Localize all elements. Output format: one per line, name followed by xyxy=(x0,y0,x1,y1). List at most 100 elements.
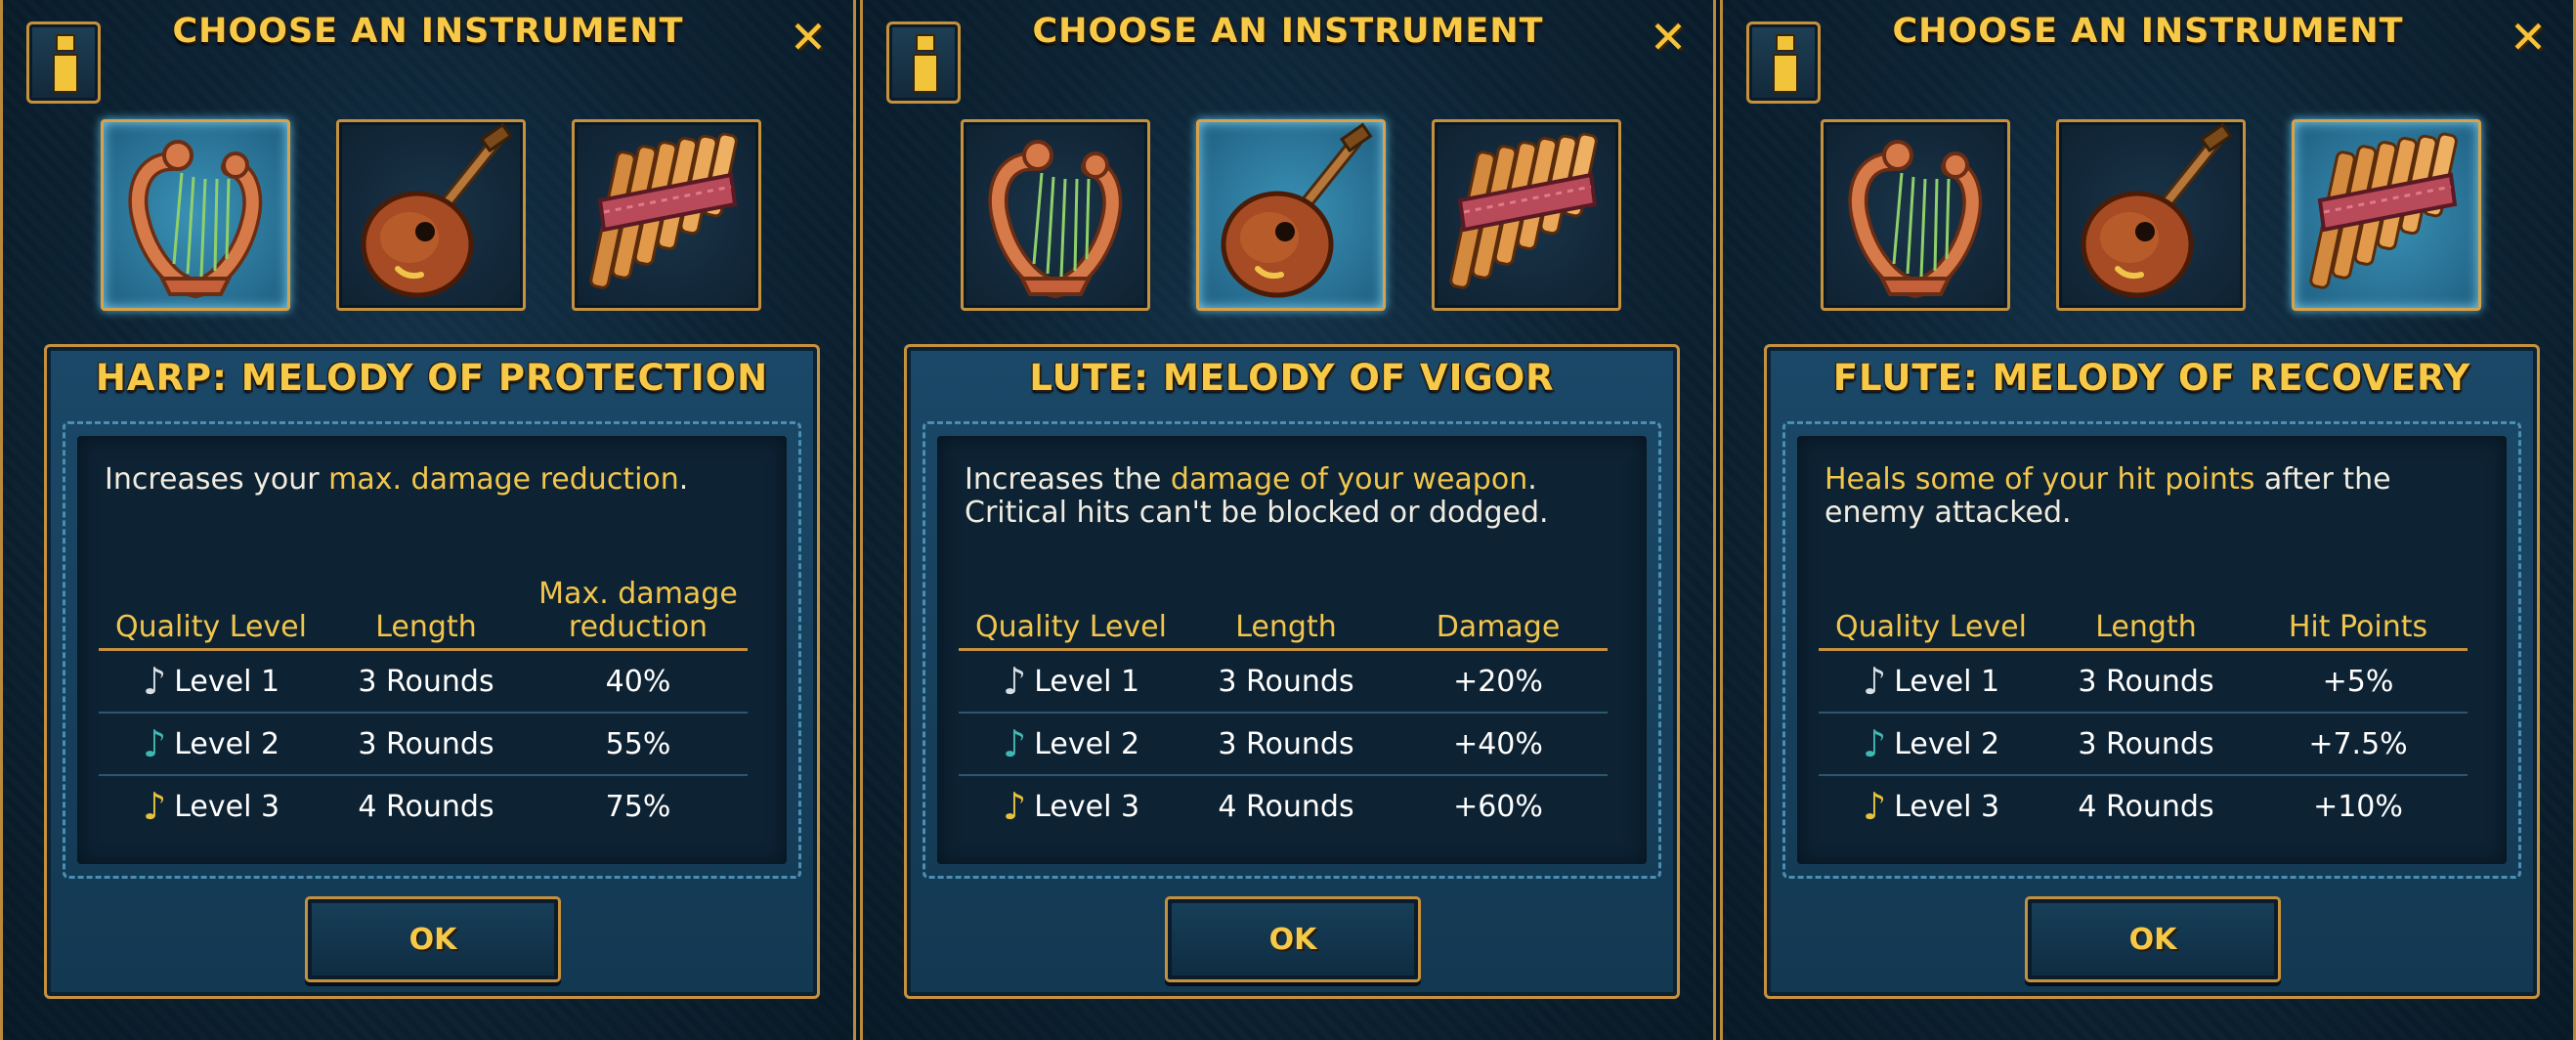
instrument-slot-flute[interactable] xyxy=(1432,119,1621,311)
music-note-icon: ♪ xyxy=(142,660,167,703)
effect-value: +40% xyxy=(1453,726,1543,761)
table-row: ♪ Level 1 3 Rounds +20% xyxy=(959,651,1608,714)
music-note-icon: ♪ xyxy=(142,785,167,828)
effect-value: 75% xyxy=(605,789,671,824)
melody-details: Increases your max. damage reduction. Qu… xyxy=(63,421,801,879)
header-quality-level: Quality Level xyxy=(115,610,307,644)
length-value: 3 Rounds xyxy=(358,726,494,761)
music-note-icon: ♪ xyxy=(1002,785,1027,828)
music-note-icon: ♪ xyxy=(1862,660,1887,703)
level-label: Level 1 xyxy=(1894,664,2000,699)
description-highlight: max. damage reduction xyxy=(328,462,679,497)
length-value: 4 Rounds xyxy=(358,789,494,824)
effect-value: 55% xyxy=(605,726,671,761)
close-icon[interactable]: ✕ xyxy=(785,14,832,61)
instrument-dialog: CHOOSE AN INSTRUMENT ✕ HARP: MELODY OF P… xyxy=(0,0,856,1040)
info-button[interactable] xyxy=(1746,22,1821,104)
level-label: Level 2 xyxy=(174,726,280,761)
music-note-icon: ♪ xyxy=(142,722,167,765)
effect-value: +7.5% xyxy=(2308,726,2408,761)
ok-button[interactable]: OK xyxy=(2025,896,2281,982)
table-header: Quality Level Length Hit Points xyxy=(1819,611,2468,651)
harp-icon xyxy=(1824,122,2007,308)
info-icon xyxy=(49,34,78,93)
lute-icon xyxy=(339,122,523,308)
melody-details: Heals some of your hit points after the … xyxy=(1782,421,2521,879)
table-row: ♪ Level 1 3 Rounds 40% xyxy=(99,651,748,714)
melody-description: Increases the damage of your weapon. Cri… xyxy=(965,462,1549,530)
header-effect: Hit Points xyxy=(2288,610,2428,644)
level-label: Level 2 xyxy=(1034,726,1140,761)
length-value: 3 Rounds xyxy=(1218,664,1354,699)
melody-description: Increases your max. damage reduction. xyxy=(105,462,689,497)
pan-flute-icon xyxy=(1435,122,1618,308)
info-button[interactable] xyxy=(886,22,961,104)
header-effect: Max. damage reduction xyxy=(538,577,738,644)
music-note-icon: ♪ xyxy=(1862,722,1887,765)
ok-button[interactable]: OK xyxy=(1165,896,1421,982)
description-highlight: Heals some of your hit points xyxy=(1825,462,2255,497)
instrument-slot-lute[interactable] xyxy=(2056,119,2246,311)
level-label: Level 3 xyxy=(174,789,280,824)
melody-title: FLUTE: MELODY OF RECOVERY xyxy=(1832,357,2471,399)
close-icon[interactable]: ✕ xyxy=(1645,14,1692,61)
effect-value: 40% xyxy=(605,664,671,699)
lute-icon xyxy=(2059,122,2243,308)
level-label: Level 2 xyxy=(1894,726,2000,761)
pan-flute-icon xyxy=(575,122,758,308)
dialog-title: CHOOSE AN INSTRUMENT xyxy=(172,12,684,51)
instrument-slot-flute[interactable] xyxy=(2292,119,2481,311)
melody-title: HARP: MELODY OF PROTECTION xyxy=(95,357,769,399)
length-value: 3 Rounds xyxy=(2078,726,2214,761)
table-row: ♪ Level 3 4 Rounds +60% xyxy=(959,776,1608,837)
pan-flute-icon xyxy=(2295,122,2478,308)
ok-button[interactable]: OK xyxy=(305,896,561,982)
description-highlight: damage of your weapon xyxy=(1170,462,1528,497)
quality-table: Quality Level Length Max. damage reducti… xyxy=(99,578,748,837)
info-button[interactable] xyxy=(26,22,101,104)
music-note-icon: ♪ xyxy=(1002,722,1027,765)
header-length: Length xyxy=(2095,610,2197,644)
dialog-title: CHOOSE AN INSTRUMENT xyxy=(1892,12,2404,51)
effect-value: +5% xyxy=(2322,664,2394,699)
length-value: 4 Rounds xyxy=(1218,789,1354,824)
table-row: ♪ Level 1 3 Rounds +5% xyxy=(1819,651,2468,714)
table-row: ♪ Level 3 4 Rounds 75% xyxy=(99,776,748,837)
header-quality-level: Quality Level xyxy=(1835,610,2027,644)
table-header: Quality Level Length Damage xyxy=(959,611,1608,651)
harp-icon xyxy=(964,122,1147,308)
table-row: ♪ Level 2 3 Rounds +40% xyxy=(959,714,1608,776)
table-header: Quality Level Length Max. damage reducti… xyxy=(99,578,748,651)
table-row: ♪ Level 2 3 Rounds +7.5% xyxy=(1819,714,2468,776)
table-row: ♪ Level 2 3 Rounds 55% xyxy=(99,714,748,776)
instrument-slot-harp[interactable] xyxy=(1821,119,2010,311)
instrument-dialog: CHOOSE AN INSTRUMENT ✕ LUTE: MELODY OF V… xyxy=(860,0,1716,1040)
instrument-slot-harp[interactable] xyxy=(101,119,290,311)
music-note-icon: ♪ xyxy=(1002,660,1027,703)
length-value: 3 Rounds xyxy=(358,664,494,699)
table-row: ♪ Level 3 4 Rounds +10% xyxy=(1819,776,2468,837)
header-length: Length xyxy=(375,610,477,644)
info-icon xyxy=(1769,34,1798,93)
level-label: Level 3 xyxy=(1034,789,1140,824)
effect-value: +10% xyxy=(2313,789,2403,824)
length-value: 3 Rounds xyxy=(2078,664,2214,699)
instrument-slot-harp[interactable] xyxy=(961,119,1150,311)
quality-table: Quality Level Length Damage ♪ Level 1 3 R… xyxy=(959,611,1608,837)
dialog-title: CHOOSE AN INSTRUMENT xyxy=(1032,12,1544,51)
effect-value: +60% xyxy=(1453,789,1543,824)
instrument-slot-flute[interactable] xyxy=(572,119,761,311)
close-icon[interactable]: ✕ xyxy=(2505,14,2552,61)
melody-info-box: FLUTE: MELODY OF RECOVERY Heals some of … xyxy=(1764,344,2540,999)
header-quality-level: Quality Level xyxy=(975,610,1167,644)
length-value: 3 Rounds xyxy=(1218,726,1354,761)
instrument-slot-lute[interactable] xyxy=(1196,119,1386,311)
instrument-slot-lute[interactable] xyxy=(336,119,526,311)
info-icon xyxy=(909,34,938,93)
level-label: Level 1 xyxy=(1034,664,1140,699)
length-value: 4 Rounds xyxy=(2078,789,2214,824)
melody-description: Heals some of your hit points after the … xyxy=(1825,462,2391,530)
melody-info-box: HARP: MELODY OF PROTECTION Increases you… xyxy=(44,344,820,999)
melody-title: LUTE: MELODY OF VIGOR xyxy=(1029,357,1555,399)
level-label: Level 1 xyxy=(174,664,280,699)
